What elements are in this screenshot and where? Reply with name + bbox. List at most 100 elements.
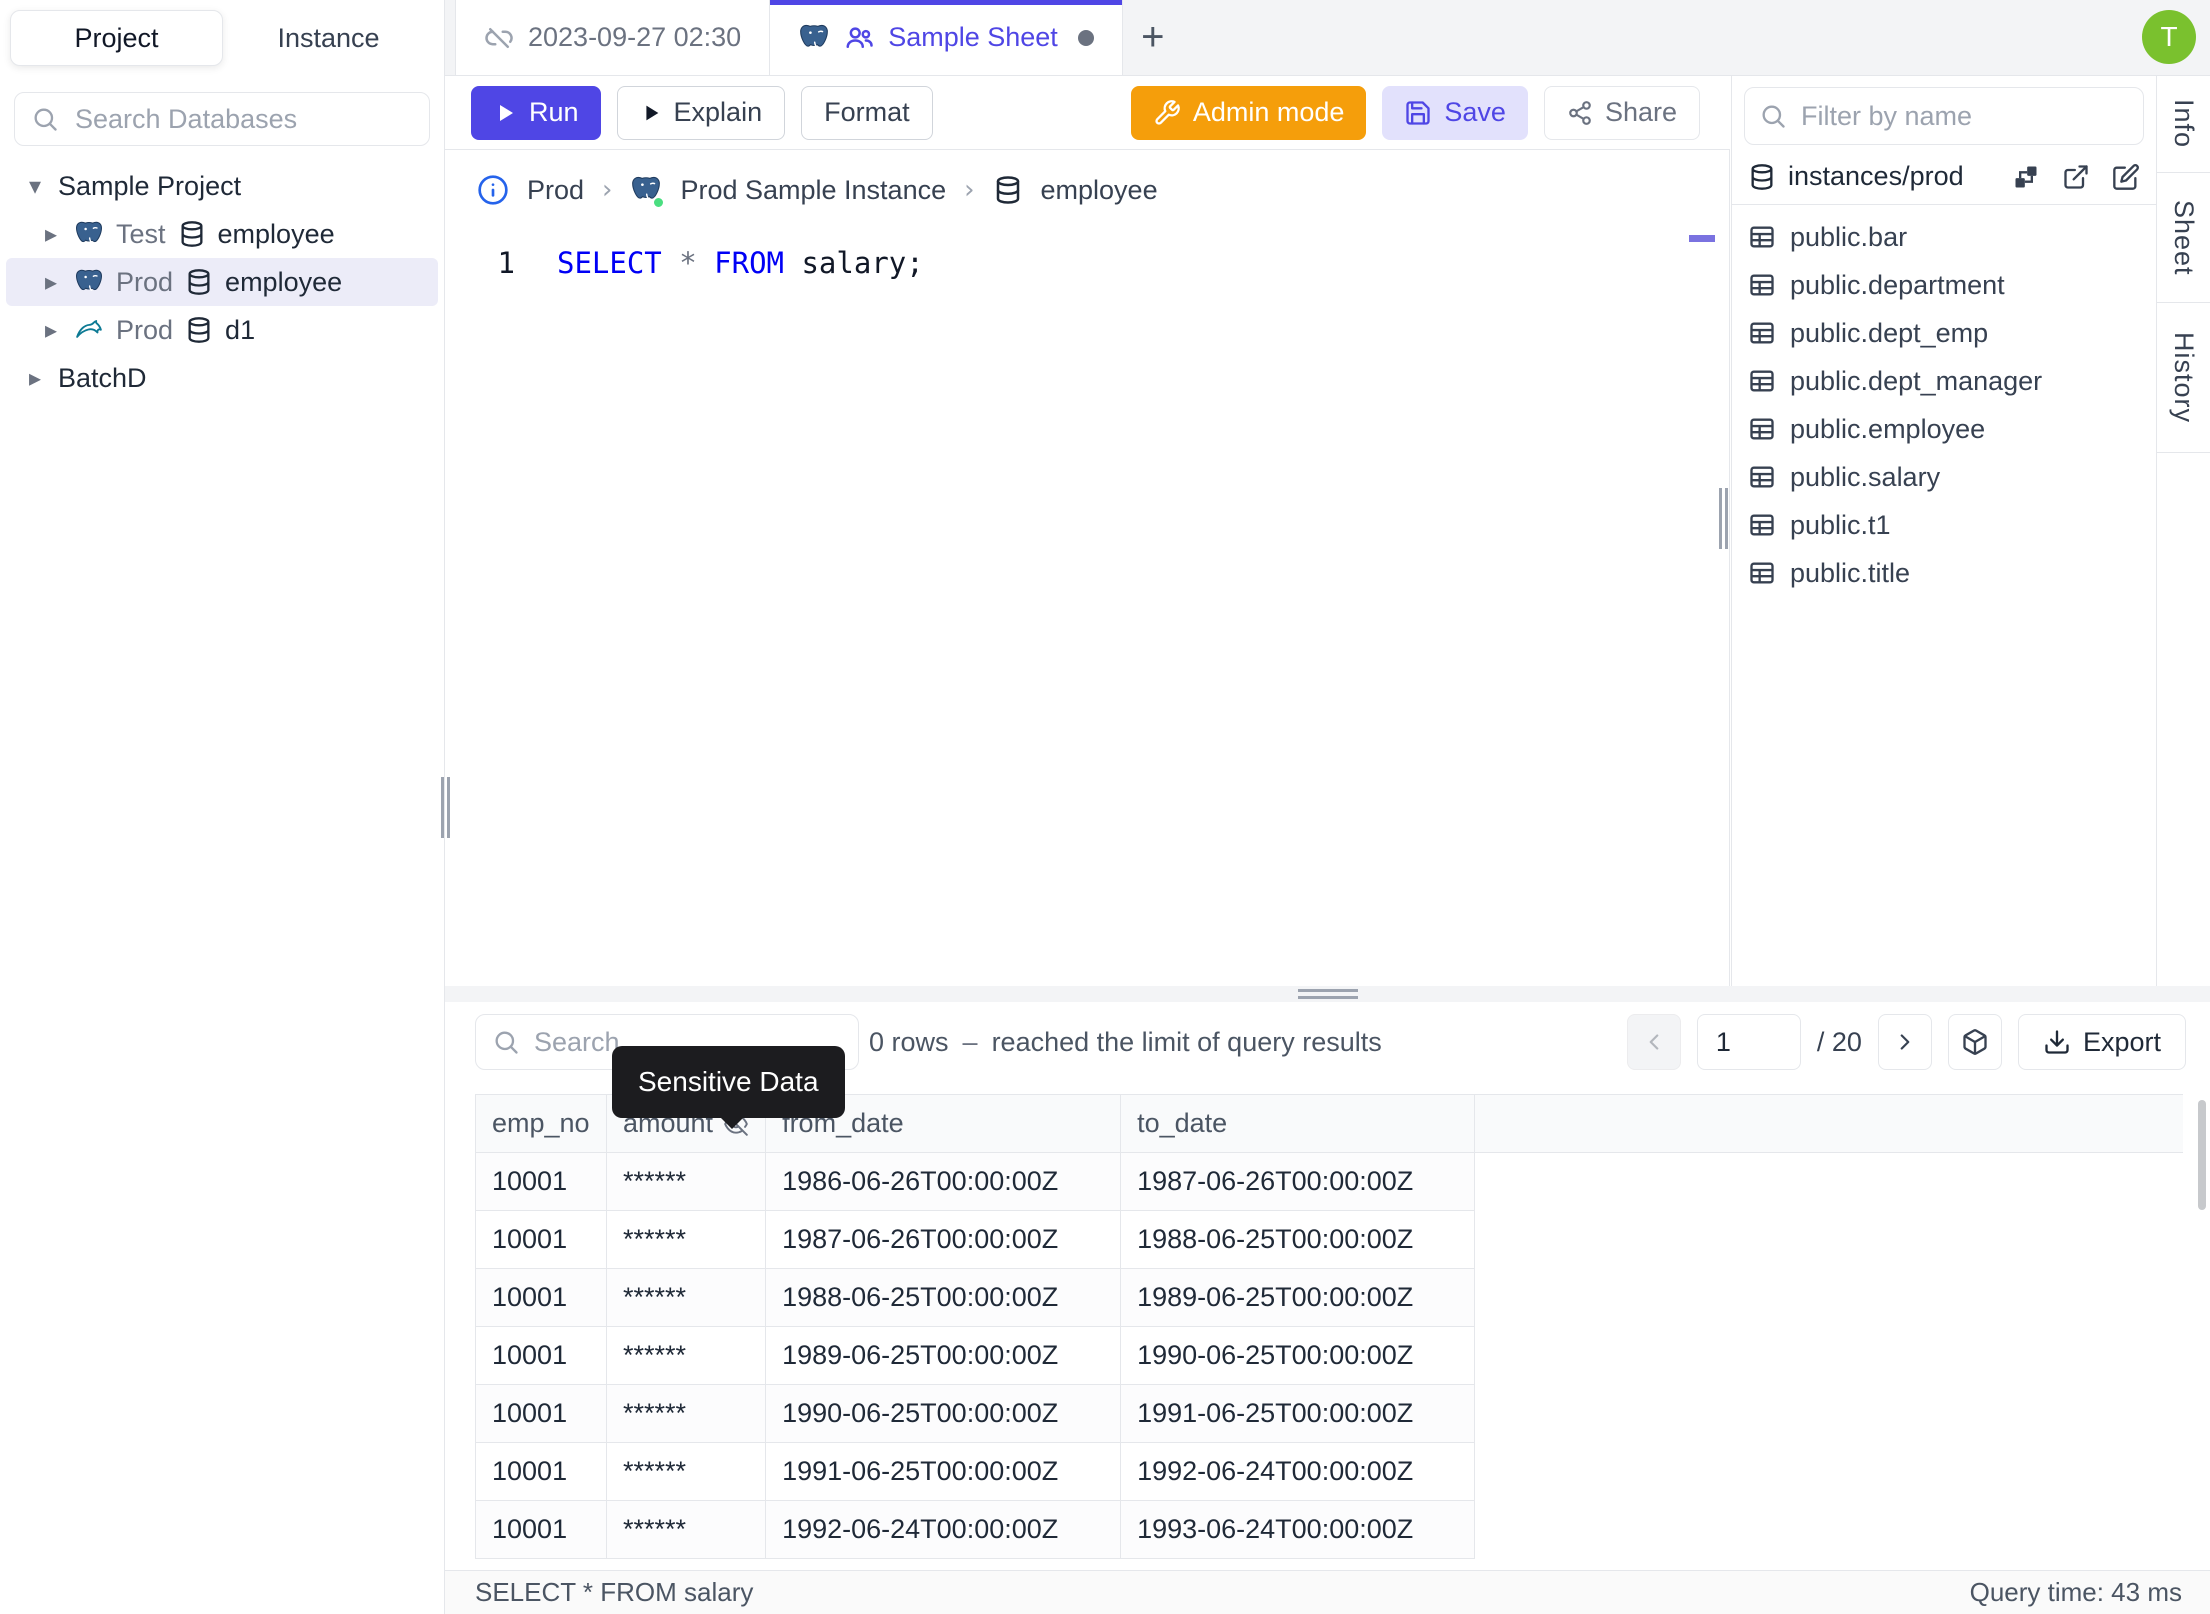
- save-icon: [1406, 100, 1431, 125]
- table-list-item[interactable]: public.dept_manager: [1732, 357, 2156, 405]
- database-search[interactable]: [14, 92, 431, 146]
- project-label: Sample Project: [58, 170, 242, 201]
- cell-to-date: 1992-06-24T00:00:00Z: [1120, 1442, 1476, 1501]
- tree-item-prod-d1[interactable]: ▸ Prod d1: [6, 306, 438, 354]
- tree-item-test-employee[interactable]: ▸ Test employee: [6, 210, 438, 258]
- database-icon: [188, 269, 210, 295]
- tab-history[interactable]: History: [2157, 303, 2210, 453]
- run-button[interactable]: Run: [471, 85, 601, 140]
- filter-by-name-input[interactable]: [1799, 99, 2129, 133]
- rows-count: 0 rows: [869, 1026, 949, 1057]
- table-row[interactable]: 10001 ****** 1987-06-26T00:00:00Z 1988-0…: [475, 1210, 2183, 1269]
- edit-icon[interactable]: [2112, 163, 2140, 191]
- cell-filler: [1474, 1152, 2183, 1211]
- avatar[interactable]: T: [2142, 10, 2196, 64]
- share-button[interactable]: Share: [1543, 85, 1700, 140]
- table-list-item[interactable]: public.dept_emp: [1732, 309, 2156, 357]
- save-button[interactable]: Save: [1382, 85, 1528, 140]
- instance-actions: [2012, 163, 2140, 191]
- table-row[interactable]: 10001 ****** 1989-06-25T00:00:00Z 1990-0…: [475, 1326, 2183, 1385]
- tab-info[interactable]: Info: [2157, 76, 2210, 173]
- sheet-tab-unsaved[interactable]: 2023-09-27 02:30: [455, 0, 771, 75]
- sheet-tab-label: Sample Sheet: [888, 22, 1058, 52]
- table-list-item[interactable]: public.department: [1732, 261, 2156, 309]
- side-tab-strip: Info Sheet History: [2156, 76, 2210, 986]
- tab-project[interactable]: Project: [10, 10, 223, 66]
- format-button[interactable]: Format: [801, 85, 933, 140]
- cell-to-date: 1991-06-25T00:00:00Z: [1120, 1384, 1476, 1443]
- breadcrumb: Prod › Prod Sample Instance › employee: [445, 162, 1729, 218]
- table-icon: [1750, 370, 1774, 392]
- table-row[interactable]: 10001 ****** 1988-06-25T00:00:00Z 1989-0…: [475, 1268, 2183, 1327]
- schema-panel-resize-handle[interactable]: [1719, 488, 1728, 549]
- next-page-button[interactable]: [1877, 1014, 1932, 1070]
- table-list-item[interactable]: public.bar: [1732, 213, 2156, 261]
- search-databases-input[interactable]: [73, 102, 431, 136]
- vertical-scrollbar[interactable]: [2198, 1100, 2206, 1210]
- sheet-tab-bar: 2023-09-27 02:30 Sample Sheet + T: [445, 0, 2210, 76]
- caret-right-icon[interactable]: ▸: [24, 364, 46, 392]
- code-line: 1 SELECT * FROM salary;: [445, 242, 1729, 284]
- cell-to-date: 1988-06-25T00:00:00Z: [1120, 1210, 1476, 1269]
- info-icon[interactable]: [477, 174, 509, 206]
- breadcrumb-environment[interactable]: Prod: [527, 175, 584, 206]
- explain-button[interactable]: Explain: [616, 85, 786, 140]
- caret-down-icon[interactable]: ▾: [24, 172, 46, 200]
- postgres-instance-icon-wrap: [630, 174, 666, 209]
- table-icon: [1750, 562, 1774, 584]
- external-link-icon[interactable]: [2062, 163, 2090, 191]
- cell-to-date: 1987-06-26T00:00:00Z: [1120, 1152, 1476, 1211]
- cell-emp-no: 10001: [475, 1500, 607, 1559]
- left-sidebar: Project Instance ▾ Sample Project ▸ Test…: [0, 0, 445, 1614]
- tree-item-sample-project[interactable]: ▾ Sample Project: [6, 162, 438, 210]
- results-resize-handle[interactable]: [1297, 989, 1358, 1003]
- table-icon: [1750, 226, 1774, 248]
- tab-sheet[interactable]: Sheet: [2157, 173, 2210, 303]
- cell-from-date: 1989-06-25T00:00:00Z: [765, 1326, 1122, 1385]
- sidebar-resize-handle[interactable]: [441, 777, 450, 838]
- explain-label: Explain: [673, 97, 763, 127]
- schema-diagram-icon[interactable]: [2012, 163, 2040, 191]
- page-number-input[interactable]: [1696, 1014, 1801, 1070]
- cell-emp-no: 10001: [475, 1152, 607, 1211]
- table-list-item[interactable]: public.salary: [1732, 453, 2156, 501]
- link-off-icon: [485, 27, 513, 48]
- overview-ruler-mark: [1689, 235, 1715, 242]
- wrench-icon: [1155, 99, 1180, 125]
- table-row[interactable]: 10001 ****** 1986-06-26T00:00:00Z 1987-0…: [475, 1152, 2183, 1211]
- sheet-tab-sample-sheet[interactable]: Sample Sheet: [770, 0, 1123, 75]
- export-button[interactable]: Export: [2017, 1014, 2186, 1070]
- table-list-item[interactable]: public.t1: [1732, 501, 2156, 549]
- column-header-to-date[interactable]: to_date: [1120, 1094, 1476, 1153]
- new-tab-button[interactable]: +: [1123, 0, 1183, 75]
- admin-mode-button[interactable]: Admin mode: [1130, 85, 1367, 140]
- table-row[interactable]: 10001 ****** 1991-06-25T00:00:00Z 1992-0…: [475, 1442, 2183, 1501]
- table-row[interactable]: 10001 ****** 1990-06-25T00:00:00Z 1991-0…: [475, 1384, 2183, 1443]
- cell-from-date: 1987-06-26T00:00:00Z: [765, 1210, 1122, 1269]
- dash-separator: –: [962, 1026, 978, 1057]
- filter-box[interactable]: [1744, 87, 2144, 145]
- table-row[interactable]: 10001 ****** 1992-06-24T00:00:00Z 1993-0…: [475, 1500, 2183, 1559]
- cell-filler: [1474, 1442, 2183, 1501]
- tree-item-prod-employee[interactable]: ▸ Prod employee: [6, 258, 438, 306]
- breadcrumb-instance[interactable]: Prod Sample Instance: [680, 175, 946, 206]
- breadcrumb-database[interactable]: employee: [1041, 175, 1158, 206]
- table-name: public.salary: [1790, 461, 1941, 492]
- cell-emp-no: 10001: [475, 1210, 607, 1269]
- cell-emp-no: 10001: [475, 1268, 607, 1327]
- caret-right-icon[interactable]: ▸: [40, 268, 62, 296]
- caret-right-icon[interactable]: ▸: [40, 220, 62, 248]
- table-list-item[interactable]: public.employee: [1732, 405, 2156, 453]
- caret-right-icon[interactable]: ▸: [40, 316, 62, 344]
- cell-filler: [1474, 1500, 2183, 1559]
- box-button[interactable]: [1947, 1014, 2002, 1070]
- sql-editor-region[interactable]: Prod › Prod Sample Instance › employee 1…: [445, 150, 1730, 986]
- database-label: employee: [225, 266, 343, 297]
- tree-item-batchd[interactable]: ▸ BatchD: [6, 354, 438, 402]
- cell-amount-masked: ******: [605, 1442, 767, 1501]
- prev-page-button[interactable]: [1626, 1014, 1681, 1070]
- column-header-emp-no[interactable]: emp_no: [475, 1094, 607, 1153]
- table-list-item[interactable]: public.title: [1732, 549, 2156, 597]
- tab-instance[interactable]: Instance: [223, 10, 434, 66]
- instance-path-label: instances/prod: [1788, 161, 1964, 191]
